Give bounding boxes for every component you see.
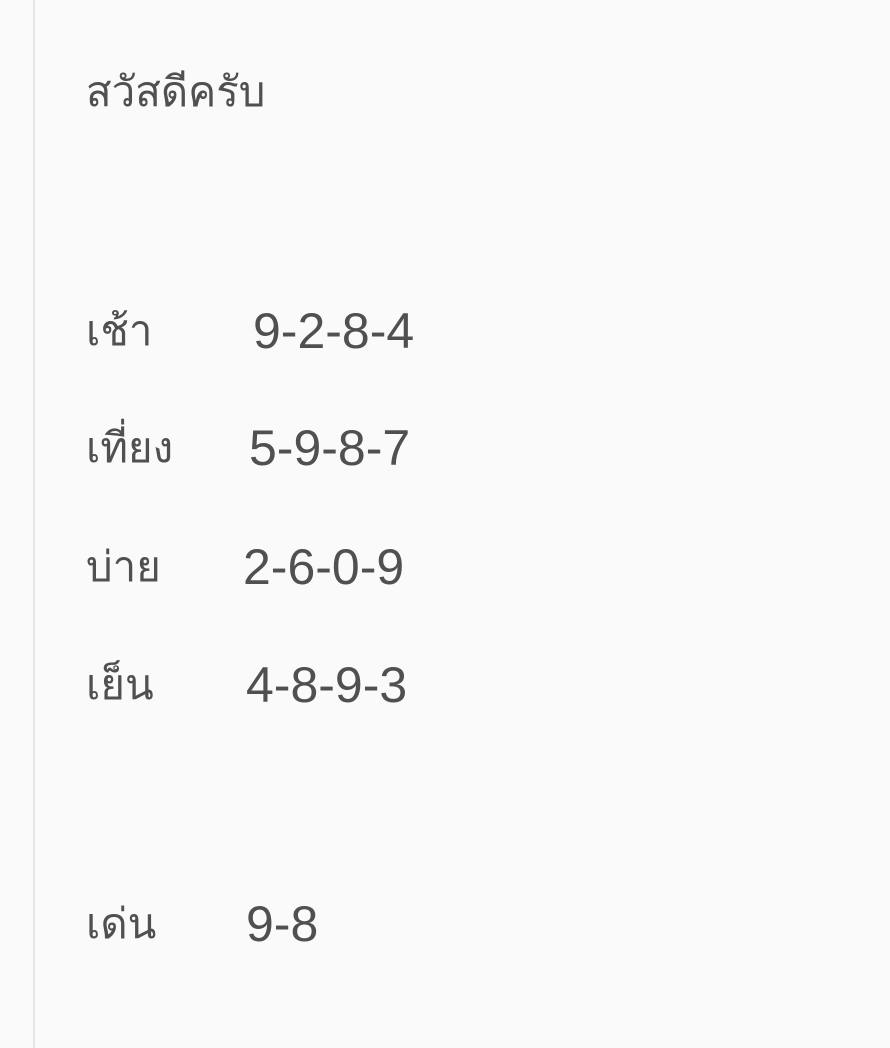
round-row-morning: เช้า 9-2-8-4 — [86, 301, 686, 361]
round-row-evening: เย็น 4-8-9-3 — [86, 655, 686, 715]
round-numbers: 2-6-0-9 — [243, 539, 405, 595]
message-page: สวัสดีครับ เช้า 9-2-8-4 เที่ยง 5-9-8-7 บ… — [0, 0, 890, 1048]
round-label: เช้า — [86, 306, 153, 355]
round-label: บ่าย — [86, 542, 161, 591]
round-numbers: 9-2-8-4 — [253, 303, 415, 359]
highlight-numbers: 9-8 — [246, 896, 319, 952]
greeting-text: สวัสดีครับ — [86, 67, 266, 116]
round-row-afternoon: บ่าย 2-6-0-9 — [86, 537, 686, 597]
round-numbers: 4-8-9-3 — [246, 657, 408, 713]
round-label: เย็น — [86, 660, 154, 709]
round-row-noon: เที่ยง 5-9-8-7 — [86, 418, 686, 478]
highlight-row: เด่น 9-8 — [86, 894, 686, 954]
highlight-label: เด่น — [86, 899, 157, 948]
round-numbers: 5-9-8-7 — [249, 420, 411, 476]
round-label: เที่ยง — [86, 423, 174, 472]
left-divider — [33, 0, 35, 1048]
